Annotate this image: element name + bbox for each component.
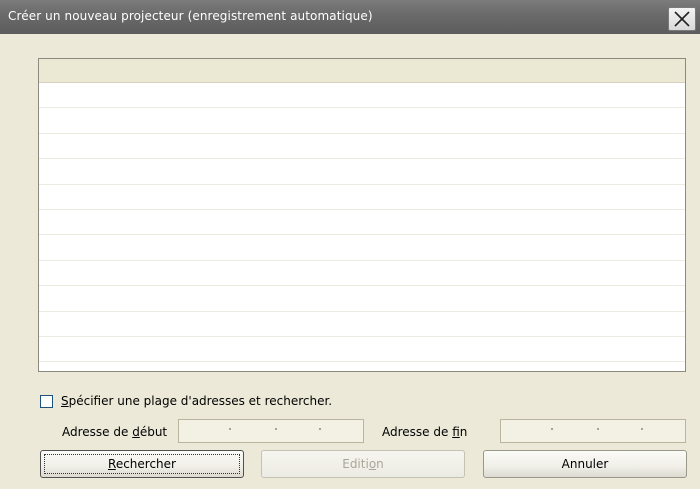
list-row[interactable] <box>39 210 685 236</box>
list-row[interactable] <box>39 261 685 287</box>
dialog-window: Créer un nouveau projecteur (enregistrem… <box>0 0 700 489</box>
list-row[interactable] <box>39 134 685 160</box>
cancel-button[interactable]: Annuler <box>483 450 687 478</box>
close-icon <box>674 11 690 27</box>
list-row[interactable] <box>39 159 685 185</box>
title-bar: Créer un nouveau projecteur (enregistrem… <box>0 0 700 34</box>
list-row[interactable] <box>39 235 685 261</box>
list-row[interactable] <box>39 185 685 210</box>
dialog-title: Créer un nouveau projecteur (enregistrem… <box>8 9 373 23</box>
list-header <box>39 59 685 83</box>
search-button[interactable]: Rechercher <box>40 450 244 478</box>
list-row[interactable] <box>39 286 685 312</box>
start-address-label: Adresse de début <box>62 425 168 439</box>
end-address-label: Adresse de fin <box>382 425 468 439</box>
list-row[interactable] <box>39 83 685 109</box>
close-button[interactable] <box>668 7 696 31</box>
start-address-field[interactable] <box>178 419 364 443</box>
edit-button[interactable]: Edition <box>261 450 465 478</box>
list-row[interactable] <box>39 108 685 134</box>
end-address-field[interactable] <box>500 419 686 443</box>
projector-list[interactable] <box>38 58 686 372</box>
list-row[interactable] <box>39 362 685 371</box>
list-row[interactable] <box>39 312 685 337</box>
list-row[interactable] <box>39 337 685 363</box>
address-range-checkbox[interactable] <box>40 395 53 408</box>
address-range-checkbox-label[interactable]: Spécifier une plage d'adresses et recher… <box>61 394 332 408</box>
